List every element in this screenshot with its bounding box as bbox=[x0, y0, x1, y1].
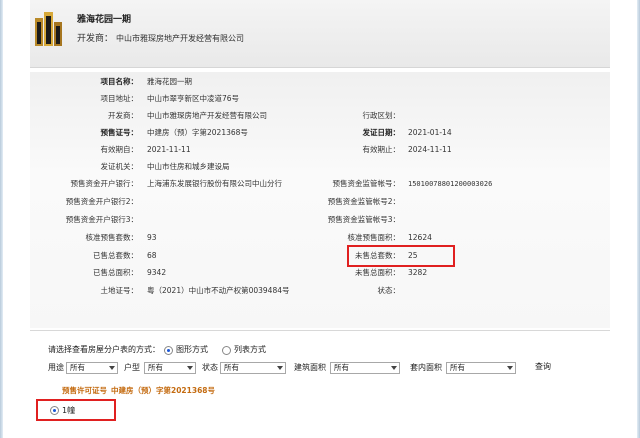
inner-area-select-value: 所有 bbox=[450, 363, 465, 372]
inner-area-label: 套内面积 bbox=[410, 363, 442, 372]
info-key: 有效期止： bbox=[362, 145, 401, 154]
info-key: 开发商： bbox=[108, 111, 138, 120]
info-key: 土地证号： bbox=[100, 286, 139, 295]
permit-label: 预售许可证号 bbox=[62, 386, 107, 395]
inner-area-select[interactable]: 所有 bbox=[446, 362, 516, 374]
info-key: 已售总面积： bbox=[93, 268, 138, 277]
info-key: 有效期自： bbox=[100, 145, 139, 154]
list-mode-radio[interactable] bbox=[222, 345, 231, 355]
info-key: 未售总面积： bbox=[355, 268, 400, 277]
info-key bbox=[290, 159, 400, 175]
project-info-table: 项目名称： 雅海花园一期 项目地址： 中山市翠亨新区中凌道76号 开发商： 中山… bbox=[30, 72, 610, 328]
info-row: 项目地址： 中山市翠亨新区中凌道76号 bbox=[30, 91, 610, 107]
info-value bbox=[408, 283, 598, 299]
info-key: 核准预售套数： bbox=[85, 233, 139, 242]
info-row: 预售资金开户银行： 上海浦东发展银行股份有限公司中山分行 预售资金监管帐号： 1… bbox=[30, 176, 610, 192]
project-title: 雅海花园一期 bbox=[77, 15, 132, 25]
info-row: 已售总面积： 9342 未售总面积： 3282 bbox=[30, 265, 610, 281]
chevron-down-icon bbox=[391, 366, 397, 370]
status-label: 状态 bbox=[202, 363, 218, 372]
chevron-down-icon bbox=[507, 366, 513, 370]
info-key bbox=[290, 74, 400, 90]
chevron-down-icon bbox=[109, 366, 115, 370]
developer-label: 开发商： bbox=[77, 34, 114, 44]
info-row: 发证机关： 中山市住房和城乡建设局 bbox=[30, 159, 610, 175]
usage-label: 用途 bbox=[48, 363, 64, 372]
info-key: 核准预售面积： bbox=[347, 233, 401, 242]
info-row: 预售资金开户银行2： 预售资金监管帐号2： bbox=[30, 194, 610, 210]
permit-number: 中建房（预）字第2021368号 bbox=[111, 386, 216, 395]
info-value: 2021-01-14 bbox=[408, 128, 452, 137]
view-mode-selector: 请选择查看房屋分户表的方式： 图形方式 列表方式 bbox=[48, 344, 276, 356]
info-key: 预售资金监管帐号： bbox=[332, 179, 401, 188]
info-key: 预售资金开户银行3： bbox=[65, 215, 138, 224]
info-key: 预售资金开户银行2： bbox=[65, 197, 138, 206]
unit-type-select[interactable]: 所有 bbox=[144, 362, 196, 374]
info-key: 预售资金监管帐号2： bbox=[327, 197, 400, 206]
info-row: 有效期自： 2021-11-11 有效期止： 2024-11-11 bbox=[30, 142, 610, 158]
status-select-value: 所有 bbox=[224, 363, 239, 372]
unit-type-label: 户型 bbox=[124, 363, 140, 372]
chevron-down-icon bbox=[277, 366, 283, 370]
building-label[interactable]: 1幢 bbox=[62, 405, 75, 416]
info-key: 已售总套数： bbox=[93, 251, 138, 260]
info-value bbox=[408, 212, 598, 228]
info-key bbox=[290, 91, 400, 107]
developer-line: 开发商： 中山市雅琛房地产开发经营有限公司 bbox=[77, 31, 244, 44]
info-row: 预售资金开户银行3： 预售资金监管帐号3： bbox=[30, 212, 610, 228]
left-border bbox=[0, 0, 3, 438]
info-key: 状态： bbox=[377, 286, 401, 295]
usage-select[interactable]: 所有 bbox=[66, 362, 118, 374]
info-key: 发证日期： bbox=[362, 128, 401, 137]
unit-type-select-value: 所有 bbox=[148, 363, 163, 372]
unsold-units-highlight bbox=[347, 245, 455, 267]
query-button[interactable]: 查询 bbox=[535, 361, 551, 375]
info-row: 项目名称： 雅海花园一期 bbox=[30, 74, 610, 90]
filter-bar: 用途 所有 户型 所有 状态 所有 建筑面积 所有 套内面积 所有 查询 bbox=[48, 361, 608, 375]
info-row: 核准预售套数： 93 核准预售面积： 12624 bbox=[30, 230, 610, 246]
graphic-mode-label[interactable]: 图形方式 bbox=[176, 344, 208, 356]
info-value: 3282 bbox=[408, 268, 428, 277]
info-key: 项目地址： bbox=[100, 94, 139, 103]
info-row: 开发商： 中山市雅琛房地产开发经营有限公司 行政区划： bbox=[30, 108, 610, 124]
info-row: 土地证号： 粤（2021）中山市不动产权第0039484号 状态： bbox=[30, 283, 610, 299]
info-value bbox=[408, 159, 598, 175]
info-key: 预售证号： bbox=[100, 128, 139, 137]
info-key: 行政区划： bbox=[362, 111, 401, 120]
view-mode-prompt: 请选择查看房屋分户表的方式： bbox=[48, 345, 160, 354]
build-area-label: 建筑面积 bbox=[294, 363, 326, 372]
info-value bbox=[408, 108, 598, 124]
info-key: 预售资金监管帐号3： bbox=[327, 215, 400, 224]
status-select[interactable]: 所有 bbox=[220, 362, 286, 374]
usage-select-value: 所有 bbox=[70, 363, 85, 372]
build-area-select[interactable]: 所有 bbox=[330, 362, 400, 374]
info-key: 项目名称： bbox=[100, 77, 139, 86]
info-key: 发证机关： bbox=[100, 162, 139, 171]
build-area-select-value: 所有 bbox=[334, 363, 349, 372]
building-selector[interactable]: 1幢 bbox=[36, 399, 116, 421]
graphic-mode-radio[interactable] bbox=[164, 345, 173, 355]
permit-number-line: 预售许可证号 中建房（预）字第2021368号 bbox=[62, 385, 219, 396]
info-key: 预售资金开户银行： bbox=[70, 179, 139, 188]
info-value bbox=[408, 194, 598, 210]
building-logo-icon bbox=[34, 10, 64, 48]
info-value: 15010078801200003026 bbox=[408, 180, 493, 188]
info-row: 已售总套数： 68 未售总套数： 25 bbox=[30, 248, 610, 264]
developer-name: 中山市雅琛房地产开发经营有限公司 bbox=[116, 34, 245, 43]
info-value: 12624 bbox=[408, 233, 432, 242]
info-value bbox=[408, 91, 598, 107]
list-mode-label[interactable]: 列表方式 bbox=[234, 344, 266, 356]
section-divider bbox=[30, 330, 610, 331]
chevron-down-icon bbox=[187, 366, 193, 370]
info-row: 预售证号： 中建房（预）字第2021368号 发证日期： 2021-01-14 bbox=[30, 125, 610, 141]
info-value bbox=[408, 74, 598, 90]
project-header: 雅海花园一期 开发商： 中山市雅琛房地产开发经营有限公司 bbox=[30, 0, 610, 68]
building-radio[interactable] bbox=[50, 405, 59, 415]
info-value: 2024-11-11 bbox=[408, 145, 452, 154]
